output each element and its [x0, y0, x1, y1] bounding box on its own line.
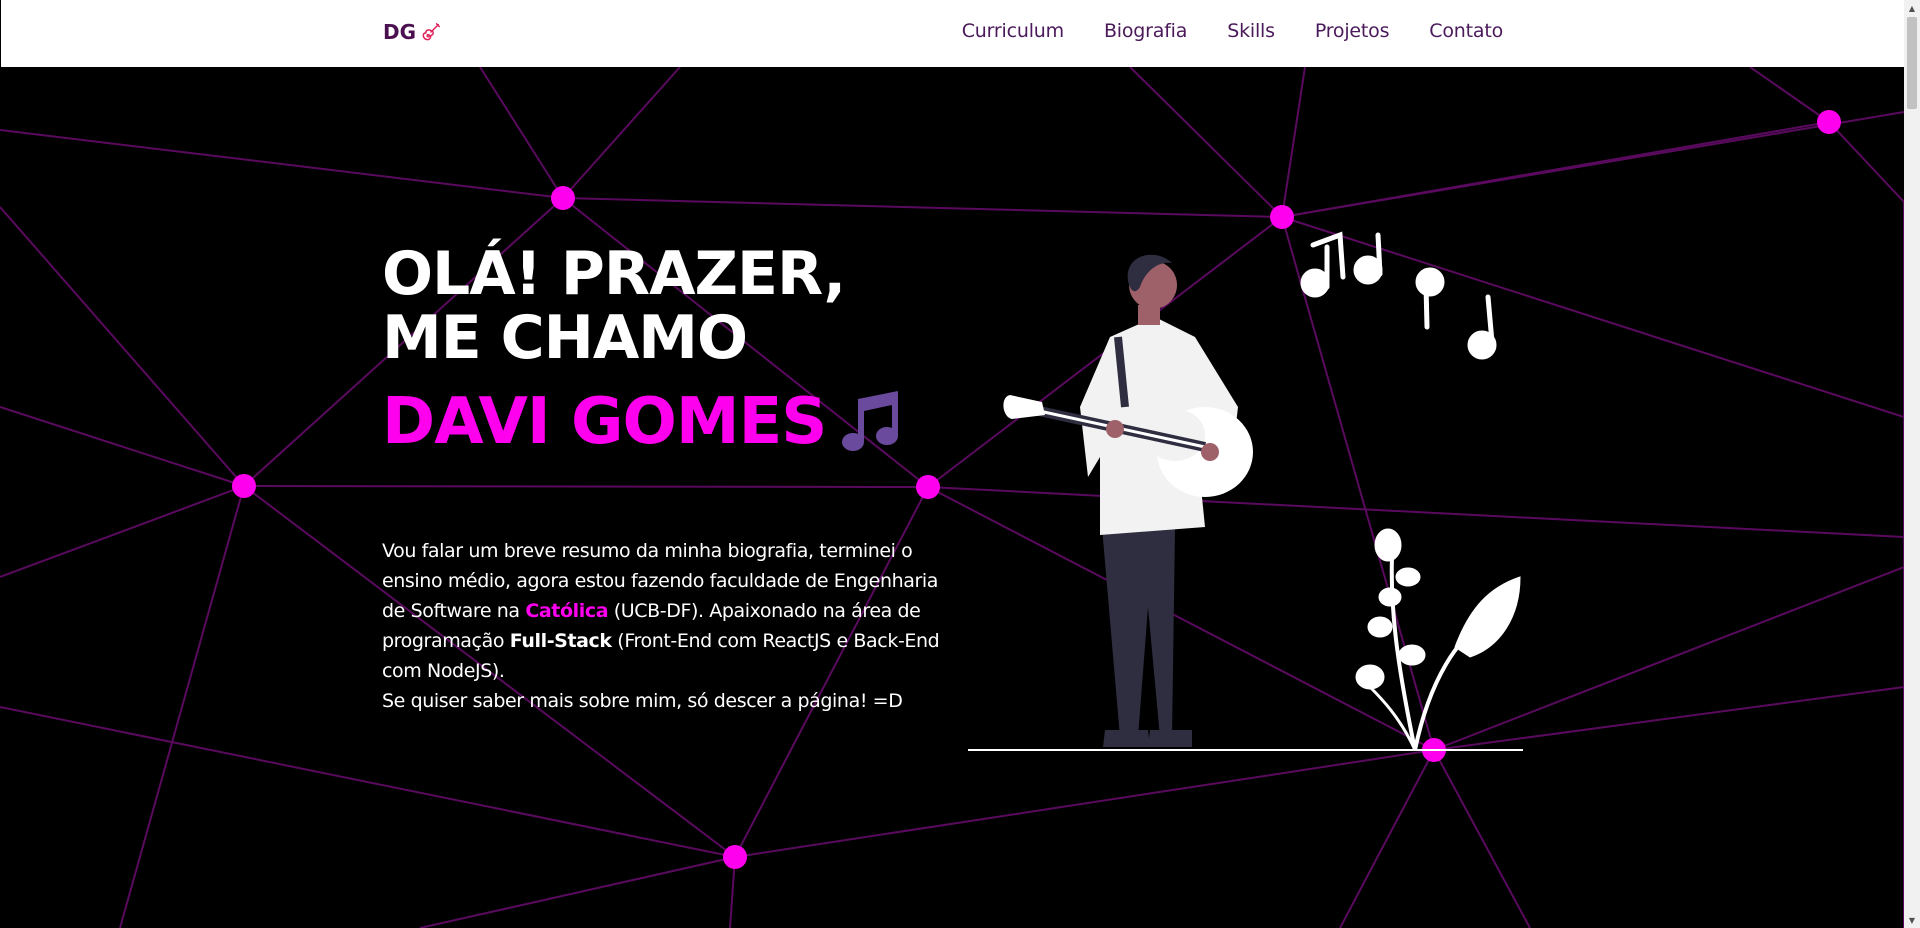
nav-link-projetos[interactable]: Projetos	[1315, 20, 1390, 42]
hero-section: OLÁ! PRAZER, ME CHAMO DAVI GOMES Vou fal…	[0, 67, 1904, 928]
particle-network-background	[0, 67, 1904, 928]
guitarist-illustration	[968, 231, 1523, 751]
hero-heading: OLÁ! PRAZER, ME CHAMO	[382, 239, 846, 373]
page-scrollbar[interactable]: ▲ ▼	[1904, 0, 1920, 928]
hero-bio: Vou falar um breve resumo da minha biogr…	[382, 536, 952, 716]
bio-strong-fullstack: Full-Stack	[509, 630, 612, 652]
music-note-icon	[842, 391, 899, 451]
bio-text-4: Se quiser saber mais sobre mim, só desce…	[382, 690, 903, 712]
hero-name: DAVI GOMES	[382, 385, 827, 459]
bio-highlight-catolica: Católica	[525, 600, 609, 622]
guitar-icon	[422, 23, 441, 41]
scroll-down-arrow-icon[interactable]: ▼	[1904, 912, 1920, 928]
hero-name-row: DAVI GOMES	[382, 385, 906, 459]
brand-text: DG	[383, 20, 417, 44]
navbar: DG Curriculum Biografia Skills Projetos …	[0, 0, 1904, 67]
main-nav: Curriculum Biografia Skills Projetos Con…	[962, 20, 1503, 42]
nav-link-skills[interactable]: Skills	[1227, 20, 1275, 42]
scroll-up-arrow-icon[interactable]: ▲	[1904, 0, 1920, 16]
hero-heading-line-1: OLÁ! PRAZER,	[382, 239, 846, 309]
hero-heading-line-2: ME CHAMO	[382, 303, 748, 373]
page: DG Curriculum Biografia Skills Projetos …	[0, 0, 1920, 928]
nav-link-curriculum[interactable]: Curriculum	[962, 20, 1064, 42]
nav-link-contato[interactable]: Contato	[1429, 20, 1503, 42]
brand-logo[interactable]: DG	[383, 20, 442, 44]
nav-link-biografia[interactable]: Biografia	[1104, 20, 1187, 42]
scrollbar-thumb[interactable]	[1907, 17, 1917, 109]
